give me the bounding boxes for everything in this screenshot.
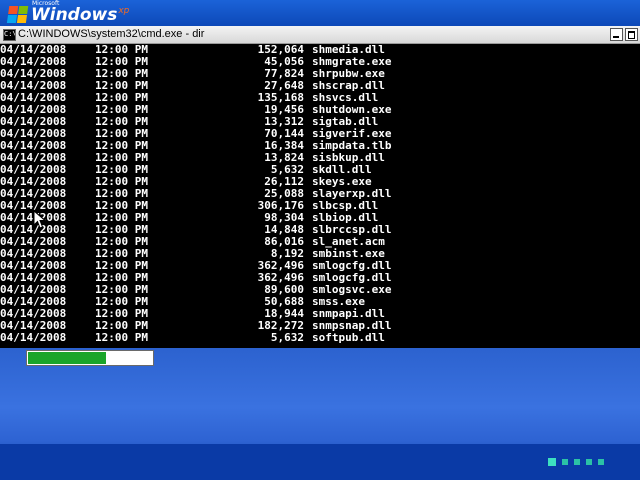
- activity-dot-icon: [562, 459, 568, 465]
- listing-filename: softpub.dll: [312, 331, 385, 344]
- activity-indicator: [548, 458, 604, 466]
- minimize-icon[interactable]: [610, 28, 623, 41]
- maximize-icon[interactable]: [625, 28, 638, 41]
- progress-bar: [26, 350, 154, 366]
- cmd-icon: C:\: [3, 29, 16, 41]
- windows-flag-icon: [6, 6, 30, 24]
- listing-row: 04/14/2008 12:00 PM 5,632 softpub.dll: [0, 332, 640, 344]
- logo-windows-text: Windows: [31, 5, 118, 25]
- activity-dot-icon: [586, 459, 592, 465]
- listing-time: 12:00 PM: [95, 331, 148, 344]
- activity-dot-icon: [598, 459, 604, 465]
- bottom-band: [0, 444, 640, 480]
- listing-size: 5,632: [270, 331, 304, 344]
- window-titlebar[interactable]: C:\ C:\WINDOWS\system32\cmd.exe - dir: [0, 26, 640, 44]
- listing-date: 04/14/2008: [0, 331, 67, 344]
- top-band: Microsoft Windowsxp: [0, 0, 640, 26]
- cmd-window: C:\ C:\WINDOWS\system32\cmd.exe - dir 04…: [0, 26, 640, 348]
- logo-xp-text: xp: [118, 6, 130, 16]
- progress-fill: [28, 352, 106, 364]
- windows-xp-logo: Microsoft Windowsxp: [6, 1, 130, 25]
- console-output[interactable]: 04/14/2008 12:00 PM 152,064 shmedia.dll 04/1…: [0, 44, 640, 348]
- activity-dot-icon: [548, 458, 556, 466]
- mouse-pointer-icon: [33, 210, 47, 229]
- window-title: C:\WINDOWS\system32\cmd.exe - dir: [18, 28, 205, 40]
- activity-dot-icon: [574, 459, 580, 465]
